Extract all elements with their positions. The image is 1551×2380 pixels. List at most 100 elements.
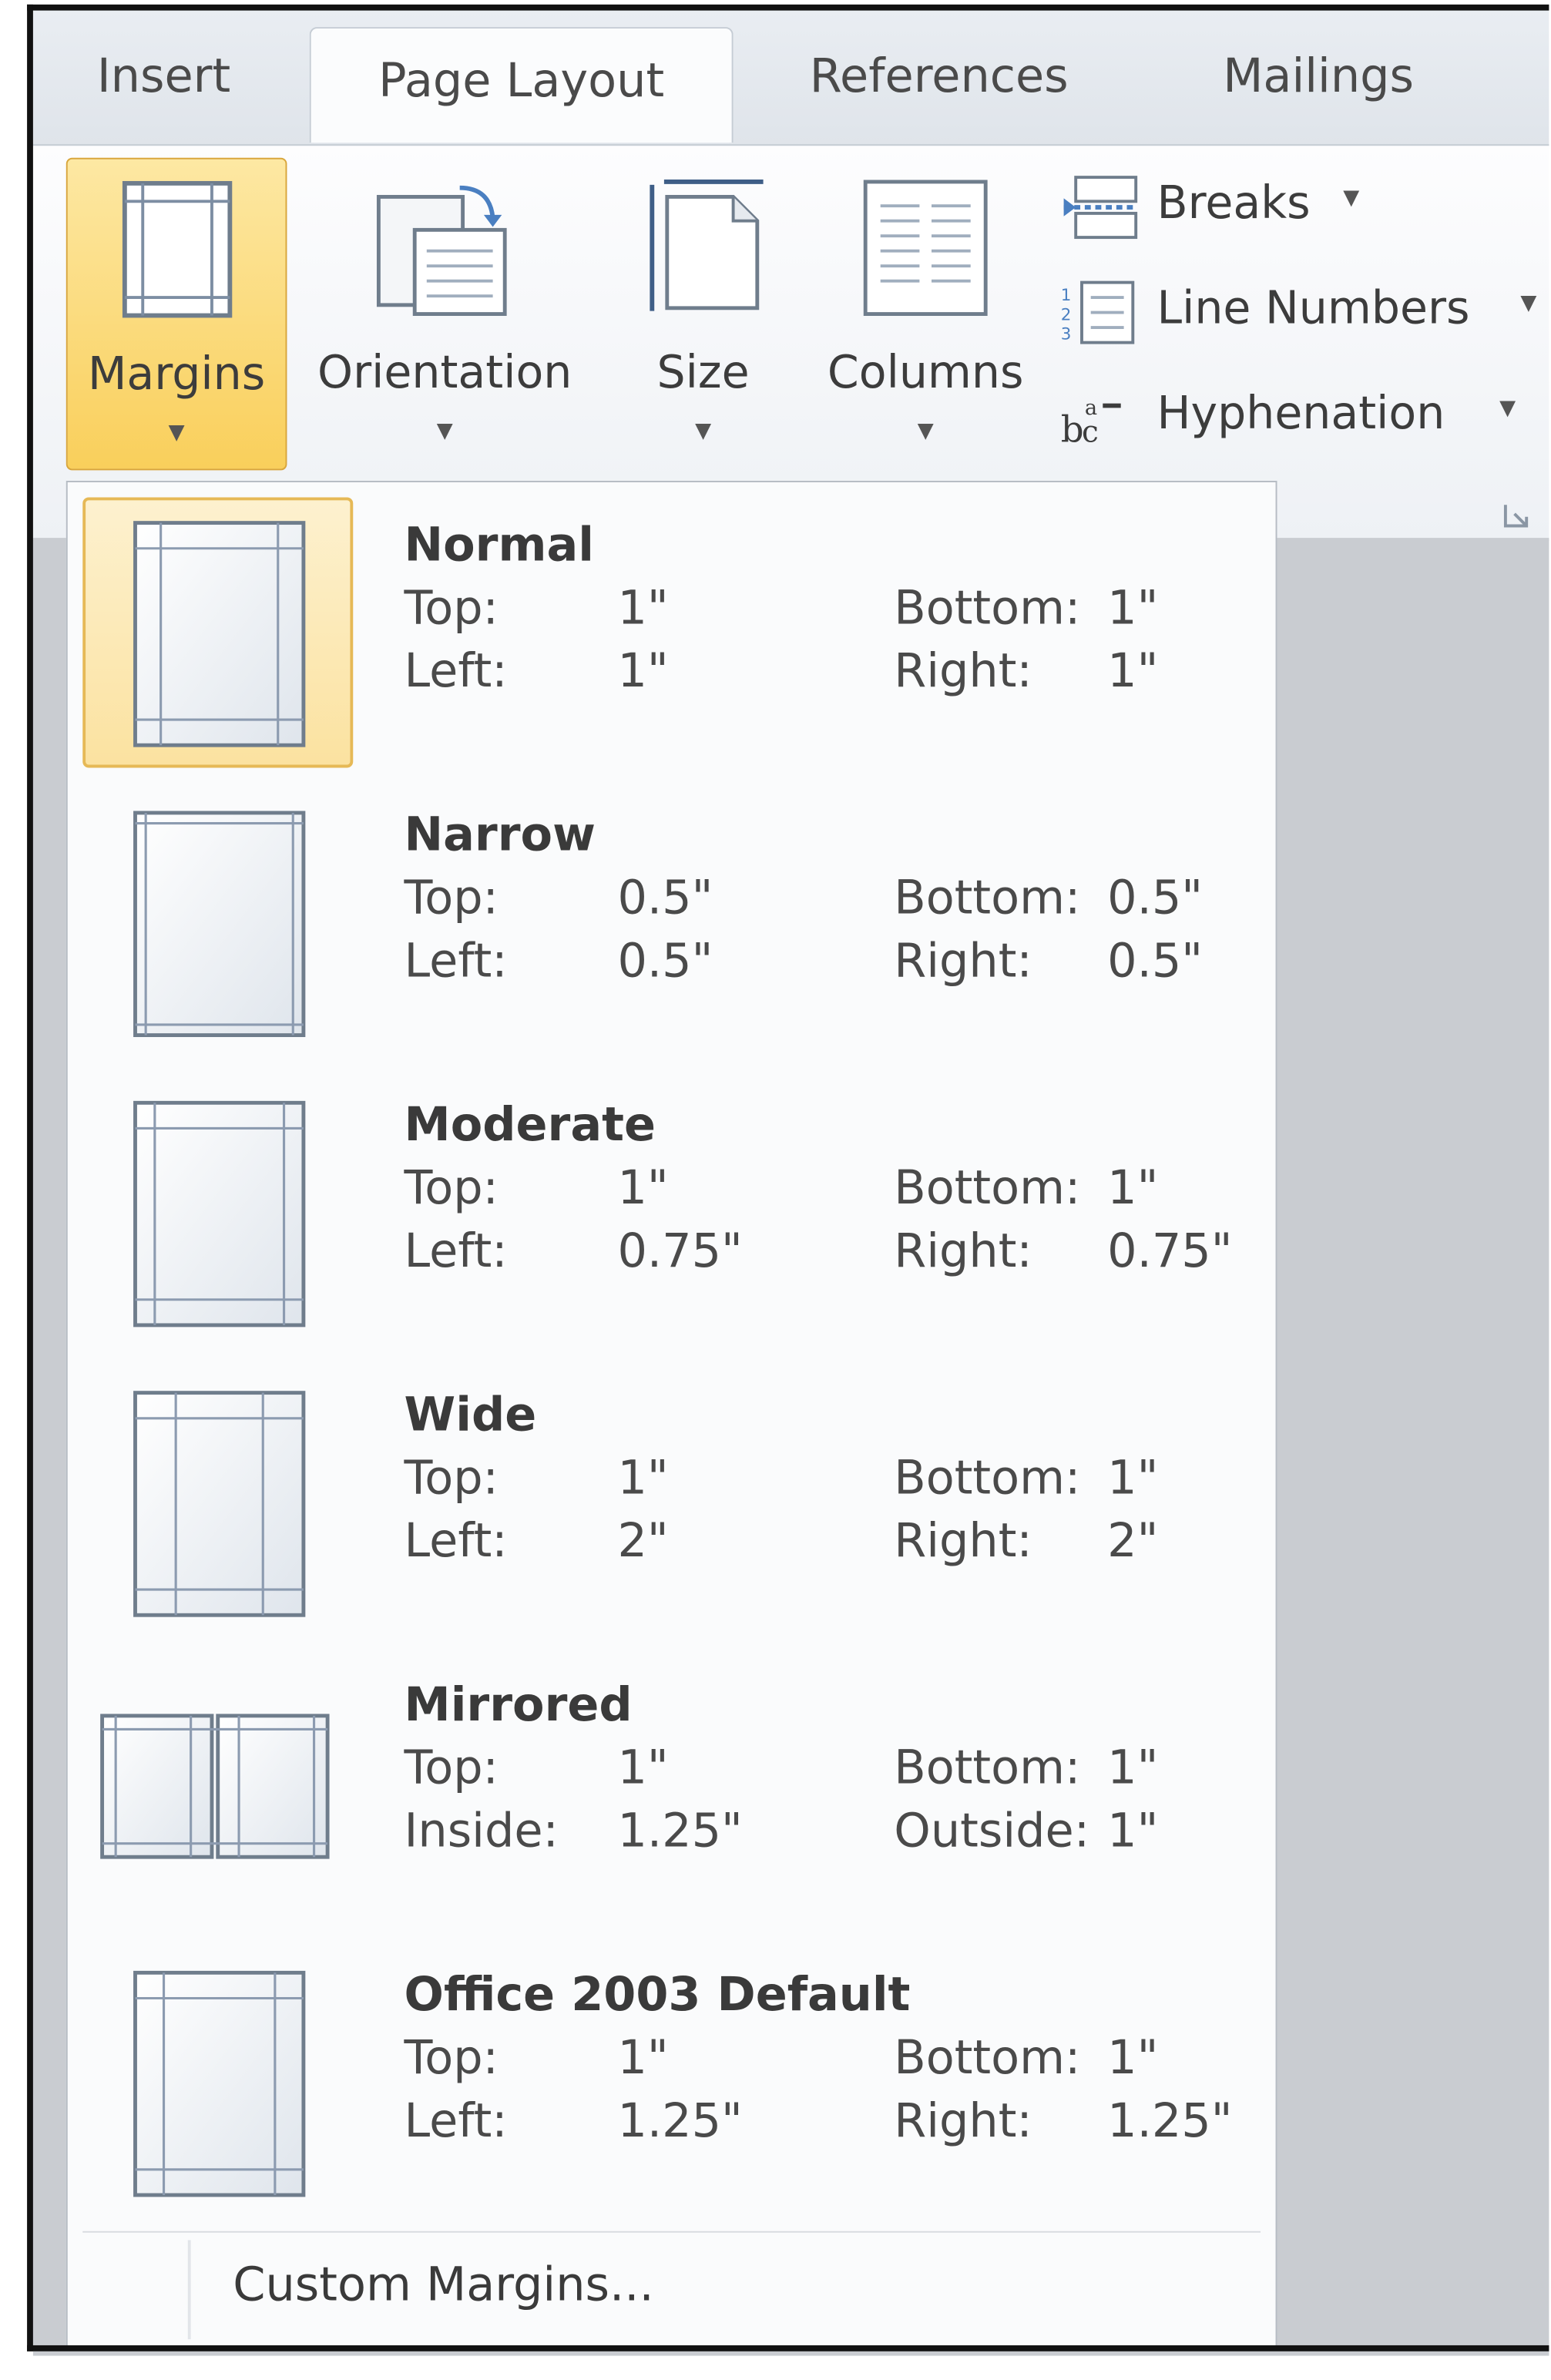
size-caret-icon: ▼ [695,419,712,444]
option-value: 1" [1107,2031,1159,2086]
option-label: Bottom: [894,581,1081,636]
orientation-icon [376,185,507,316]
option-value: 1" [617,644,669,699]
option-value: 0.5" [1107,934,1204,989]
option-label: Top: [404,1161,499,1216]
breaks-icon [1063,176,1138,240]
option-value: 2" [617,1514,669,1569]
page-setup-dialog-launcher-icon[interactable] [1502,502,1529,529]
breaks-caret-icon: ▼ [1343,186,1360,210]
size-button[interactable]: Size ▼ [631,158,775,471]
hyphenation-label: Hyphenation [1157,388,1445,441]
svg-text:2: 2 [1061,305,1072,324]
option-label: Outside: [894,1804,1090,1859]
margin-moderate-icon [133,1100,306,1328]
word-ribbon-screen: Insert Page Layout References Mailings M… [0,0,1549,2356]
option-value: 1.25" [1107,2094,1233,2149]
margin-option-wide[interactable]: Wide Top: 1" Bottom: 1" Left: 2" Right: … [82,1368,1261,1638]
columns-button[interactable]: Columns ▼ [811,158,1039,471]
custom-margins-label: Custom Margins... [233,2257,654,2313]
option-label: Right: [894,1514,1032,1569]
option-label: Left: [404,934,508,989]
option-label: Top: [404,1741,499,1796]
option-value: 1.25" [617,2094,743,2149]
option-value: 1" [1107,1451,1159,1506]
option-value: 1" [1107,1804,1159,1859]
option-value: 1" [617,1451,669,1506]
option-label: Bottom: [894,1741,1081,1796]
option-label: Left: [404,2094,508,2149]
tab-mailings[interactable]: Mailings [1187,24,1450,129]
margin-narrow-icon [133,811,306,1037]
tab-references[interactable]: References [781,24,1097,129]
menu-separator [82,2231,1261,2233]
breaks-label: Breaks [1157,177,1311,230]
option-value: 1" [1107,1161,1159,1216]
option-value: 1" [617,581,669,636]
svg-text:b: b [1061,409,1084,451]
option-label: Top: [404,581,499,636]
option-value: 1.25" [617,1804,743,1859]
margins-button[interactable]: Margins ▼ [65,157,287,471]
option-value: 0.5" [1107,871,1204,926]
option-label: Left: [404,1514,508,1569]
margin-option-office-2003-default[interactable]: Office 2003 Default Top: 1" Bottom: 1" L… [82,1947,1261,2217]
option-label: Bottom: [894,871,1081,926]
option-label: Right: [894,1224,1032,1279]
option-name: Mirrored [404,1678,633,1733]
line-numbers-label: Line Numbers [1157,282,1470,335]
option-value: 0.75" [1107,1224,1233,1279]
orientation-button[interactable]: Orientation ▼ [294,158,595,471]
margin-option-mirrored[interactable]: Mirrored Top: 1" Bottom: 1" Inside: 1.25… [82,1657,1261,1928]
option-value: 1" [1107,581,1159,636]
columns-label: Columns [827,347,1024,400]
size-icon [650,180,764,311]
option-value: 1" [617,1161,669,1216]
option-value: 0.75" [617,1224,743,1279]
option-label: Top: [404,1451,499,1506]
margin-normal-icon [133,521,306,747]
tab-insert[interactable]: Insert [66,24,262,129]
orientation-caret-icon: ▼ [436,419,453,444]
columns-icon [863,180,988,316]
tab-page-layout[interactable]: Page Layout [309,27,734,143]
option-value: 1" [1107,644,1159,699]
margin-wide-icon [133,1391,306,1617]
breaks-button[interactable]: Breaks ▼ [1061,171,1512,247]
custom-margins-menu-item[interactable]: Custom Margins... [82,2240,1261,2340]
hyphenation-button[interactable]: b c a Hyphenation ▼ [1061,381,1549,456]
option-label: Right: [894,644,1032,699]
option-value: 0.5" [617,934,713,989]
orientation-label: Orientation [317,347,572,400]
columns-caret-icon: ▼ [917,419,934,444]
option-name: Moderate [404,1098,656,1153]
option-value: 1" [1107,1741,1159,1796]
option-value: 1" [617,1741,669,1796]
size-label: Size [656,347,750,400]
margin-mirrored-icon [100,1714,330,1859]
option-label: Right: [894,2094,1032,2149]
option-label: Top: [404,2031,499,2086]
hyphenation-caret-icon: ▼ [1499,396,1516,421]
margin-option-normal[interactable]: Normal Top: 1" Bottom: 1" Left: 1" Right… [82,497,1261,768]
line-numbers-caret-icon: ▼ [1520,291,1537,316]
svg-text:3: 3 [1061,325,1072,344]
option-label: Bottom: [894,1161,1081,1216]
hyphenation-icon: b c a [1061,396,1121,451]
svg-text:1: 1 [1061,286,1072,305]
option-name: Normal [404,518,595,572]
option-name: Wide [404,1388,537,1442]
line-numbers-button[interactable]: 1 2 3 Line Numbers ▼ [1061,277,1549,352]
margins-icon [122,180,233,318]
margin-option-moderate[interactable]: Moderate Top: 1" Bottom: 1" Left: 0.75" … [82,1077,1261,1348]
margin-option-narrow[interactable]: Narrow Top: 0.5" Bottom: 0.5" Left: 0.5"… [82,787,1261,1058]
svg-text:a: a [1085,396,1097,420]
option-label: Left: [404,1224,508,1279]
option-value: 0.5" [617,871,713,926]
option-name: Narrow [404,808,596,863]
margins-label: Margins [87,348,266,401]
option-label: Left: [404,644,508,699]
option-value: 2" [1107,1514,1159,1569]
option-name: Office 2003 Default [404,1968,911,2022]
option-label: Bottom: [894,1451,1081,1506]
